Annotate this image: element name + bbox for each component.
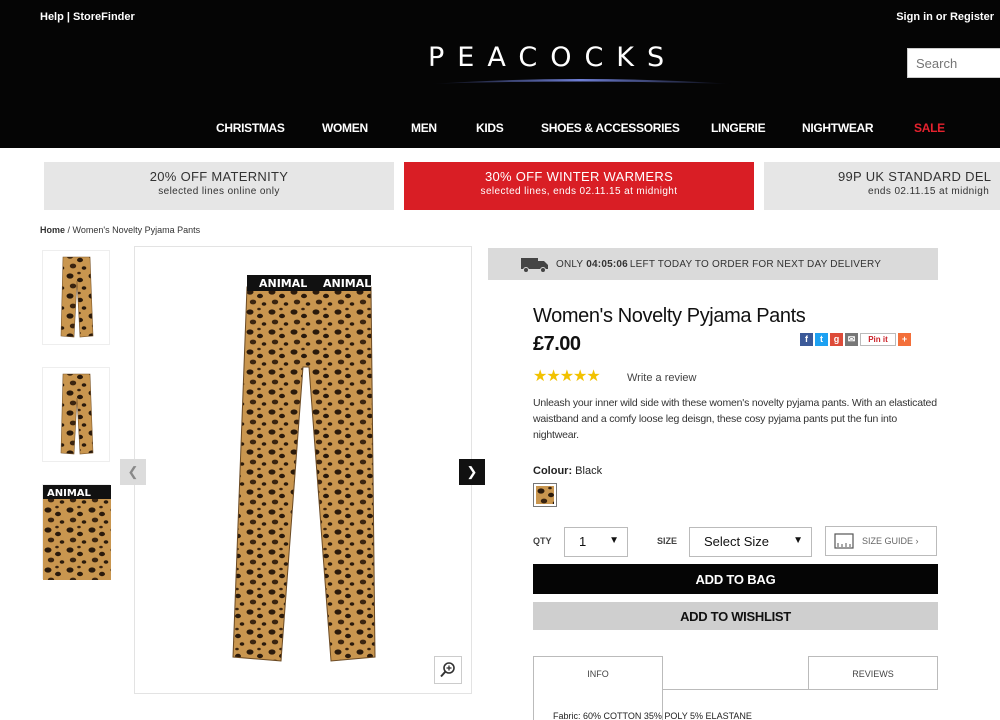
nav-item-women[interactable]: WOMEN	[322, 121, 368, 135]
rating-stars: ★★★★★	[533, 368, 601, 385]
colour-value: Black	[575, 465, 603, 477]
delivery-prefix: ONLY	[556, 258, 584, 270]
product-title: Women's Novelty Pyjama Pants	[533, 305, 806, 327]
tab-reviews-label: REVIEWS	[852, 669, 894, 679]
size-guide-label: SIZE GUIDE ›	[862, 536, 919, 546]
nav-item-kids[interactable]: KIDS	[476, 121, 504, 135]
promo-title: 30% OFF WINTER WARMERS	[484, 169, 674, 184]
waistband-text: ANIMAL	[47, 488, 92, 499]
qty-select[interactable]: 1 ▼	[564, 527, 628, 557]
thumbnail-1[interactable]	[42, 250, 110, 345]
caret-down-icon: ▼	[609, 535, 619, 546]
nav-item-sale[interactable]: SALE	[914, 121, 945, 135]
site-header: Help | StoreFinder Sign in or Register P…	[0, 0, 1000, 148]
nav-item-nightwear[interactable]: NIGHTWEAR	[802, 121, 874, 135]
utility-links: Help | StoreFinder	[40, 11, 135, 23]
image-prev-button[interactable]: ❮	[120, 459, 146, 485]
promo-title: 99P UK STANDARD DEL	[838, 169, 992, 184]
colour-label-key: Colour:	[533, 465, 573, 477]
delivery-countdown-banner: ONLY 04:05:06 LEFT TODAY TO ORDER FOR NEX…	[488, 248, 938, 280]
main-nav: CHRISTMAS WOMEN MEN KIDS SHOES & ACCESSO…	[0, 121, 1000, 139]
colour-label: Colour: Black	[533, 465, 602, 477]
promo-subtitle: selected lines, ends 02.11.15 at midnigh…	[480, 186, 678, 197]
tab-info-label: INFO	[587, 669, 609, 679]
chevron-right-icon: ❯	[466, 464, 478, 479]
breadcrumb: Home / Women's Novelty Pyjama Pants	[40, 225, 200, 235]
help-link[interactable]: Help	[40, 11, 64, 23]
promo-delivery[interactable]: 99P UK STANDARD DEL ends 02.11.15 at mid…	[764, 162, 1000, 210]
delivery-time: 04:05:06	[586, 258, 628, 270]
google-plus-icon[interactable]: g	[830, 333, 843, 346]
add-to-bag-button[interactable]: ADD TO BAG	[533, 564, 938, 594]
peacocks-logo[interactable]: PEACOCKS	[428, 42, 677, 73]
search-input[interactable]	[907, 48, 1000, 78]
image-next-button[interactable]: ❯	[459, 459, 485, 485]
zoom-button[interactable]	[434, 656, 462, 684]
breadcrumb-home[interactable]: Home	[40, 225, 65, 235]
product-description: Unleash your inner wild side with these …	[533, 397, 937, 441]
breadcrumb-separator: /	[65, 225, 73, 235]
chevron-left-icon: ❮	[127, 464, 139, 479]
main-product-image: ANIMAL ANIMAL	[134, 246, 472, 694]
pinterest-pin-it-button[interactable]: Pin it	[860, 333, 896, 346]
pyjama-pants-image: ANIMAL ANIMAL	[232, 275, 376, 662]
nav-item-lingerie[interactable]: LINGERIE	[711, 121, 766, 135]
waistband-text: ANIMAL	[259, 277, 307, 290]
promo-title: 20% OFF MATERNITY	[149, 169, 289, 184]
size-guide-icon	[834, 533, 854, 549]
promo-winter-warmers[interactable]: 30% OFF WINTER WARMERS selected lines, e…	[404, 162, 754, 210]
qty-label: QTY	[533, 536, 552, 546]
thumbnail-3-closeup[interactable]: ANIMAL	[42, 484, 111, 580]
size-select[interactable]: Select Size ▼	[689, 527, 812, 557]
waistband-text: ANIMAL	[323, 277, 371, 290]
add-to-wishlist-button[interactable]: ADD TO WISHLIST	[533, 602, 938, 630]
qty-value: 1	[579, 534, 587, 549]
fabric-composition: Fabric: 60% COTTON 35% POLY 5% ELASTANE	[553, 711, 752, 720]
size-guide-button[interactable]: SIZE GUIDE ›	[825, 526, 937, 556]
breadcrumb-current: Women's Novelty Pyjama Pants	[72, 225, 201, 235]
leopard-swatch-image	[536, 486, 554, 504]
promo-maternity[interactable]: 20% OFF MATERNITY selected lines online …	[44, 162, 394, 210]
add-share-icon[interactable]: +	[898, 333, 911, 346]
tab-divider-line	[663, 689, 808, 690]
caret-down-icon: ▼	[793, 535, 803, 546]
facebook-icon[interactable]: f	[800, 333, 813, 346]
zoom-in-icon	[440, 662, 455, 678]
logo-swoosh-icon	[428, 79, 733, 84]
size-value: Select Size	[704, 534, 770, 549]
pyjama-pants-thumb-image	[60, 373, 94, 455]
promo-subtitle: selected lines online only	[158, 186, 280, 197]
util-separator: |	[66, 11, 70, 23]
colour-swatch[interactable]	[533, 483, 557, 507]
delivery-truck-icon	[521, 258, 548, 273]
product-price: £7.00	[533, 333, 581, 355]
store-finder-link[interactable]: StoreFinder	[73, 11, 135, 23]
delivery-text: LEFT TODAY TO ORDER FOR NEXT DAY DELIVER…	[629, 258, 882, 270]
share-buttons: f t g ✉ Pin it +	[800, 333, 911, 349]
twitter-icon[interactable]: t	[815, 333, 828, 346]
nav-item-christmas[interactable]: CHRISTMAS	[216, 121, 285, 135]
write-review-link[interactable]: Write a review	[627, 372, 696, 384]
waistband-closeup-thumb-image: ANIMAL	[43, 485, 111, 580]
nav-item-men[interactable]: MEN	[411, 121, 437, 135]
signin-link[interactable]: Sign in or Register	[896, 11, 994, 23]
thumbnail-2[interactable]	[42, 367, 110, 462]
size-label: SIZE	[657, 536, 678, 546]
pyjama-pants-thumb-image	[60, 256, 94, 338]
email-icon[interactable]: ✉	[845, 333, 858, 346]
nav-item-shoes-accessories[interactable]: SHOES & ACCESSORIES	[541, 121, 680, 135]
tab-reviews[interactable]: REVIEWS	[808, 656, 938, 690]
promo-subtitle: ends 02.11.15 at midnigh	[868, 186, 990, 197]
